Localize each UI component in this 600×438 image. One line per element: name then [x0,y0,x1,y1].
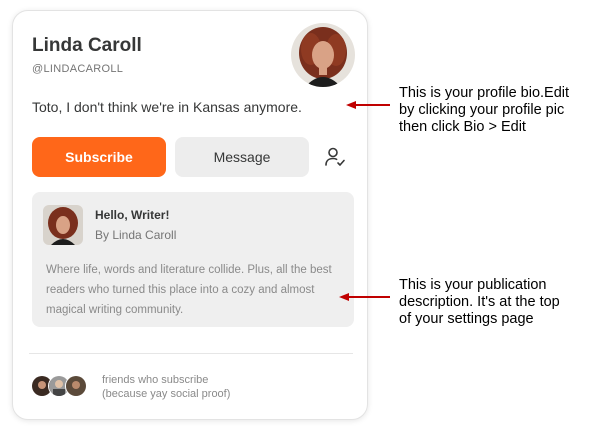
annotation-line: by clicking your profile pic [399,102,565,118]
bio-annotation: This is your profile bio.Edit by clickin… [399,85,569,136]
publication-arrowhead [339,293,349,301]
annotation-line: description. It's at the top [399,294,560,310]
publication-annotation: This is your publication description. It… [399,277,560,328]
bio-arrowhead [346,101,356,109]
annotation-line: This is your publication [399,277,547,293]
annotation-line: This is your profile bio.Edit [399,85,570,101]
annotation-arrows [339,101,390,301]
annotation-line: then click Bio > Edit [399,119,526,135]
annotation-line: of your settings page [399,311,534,327]
